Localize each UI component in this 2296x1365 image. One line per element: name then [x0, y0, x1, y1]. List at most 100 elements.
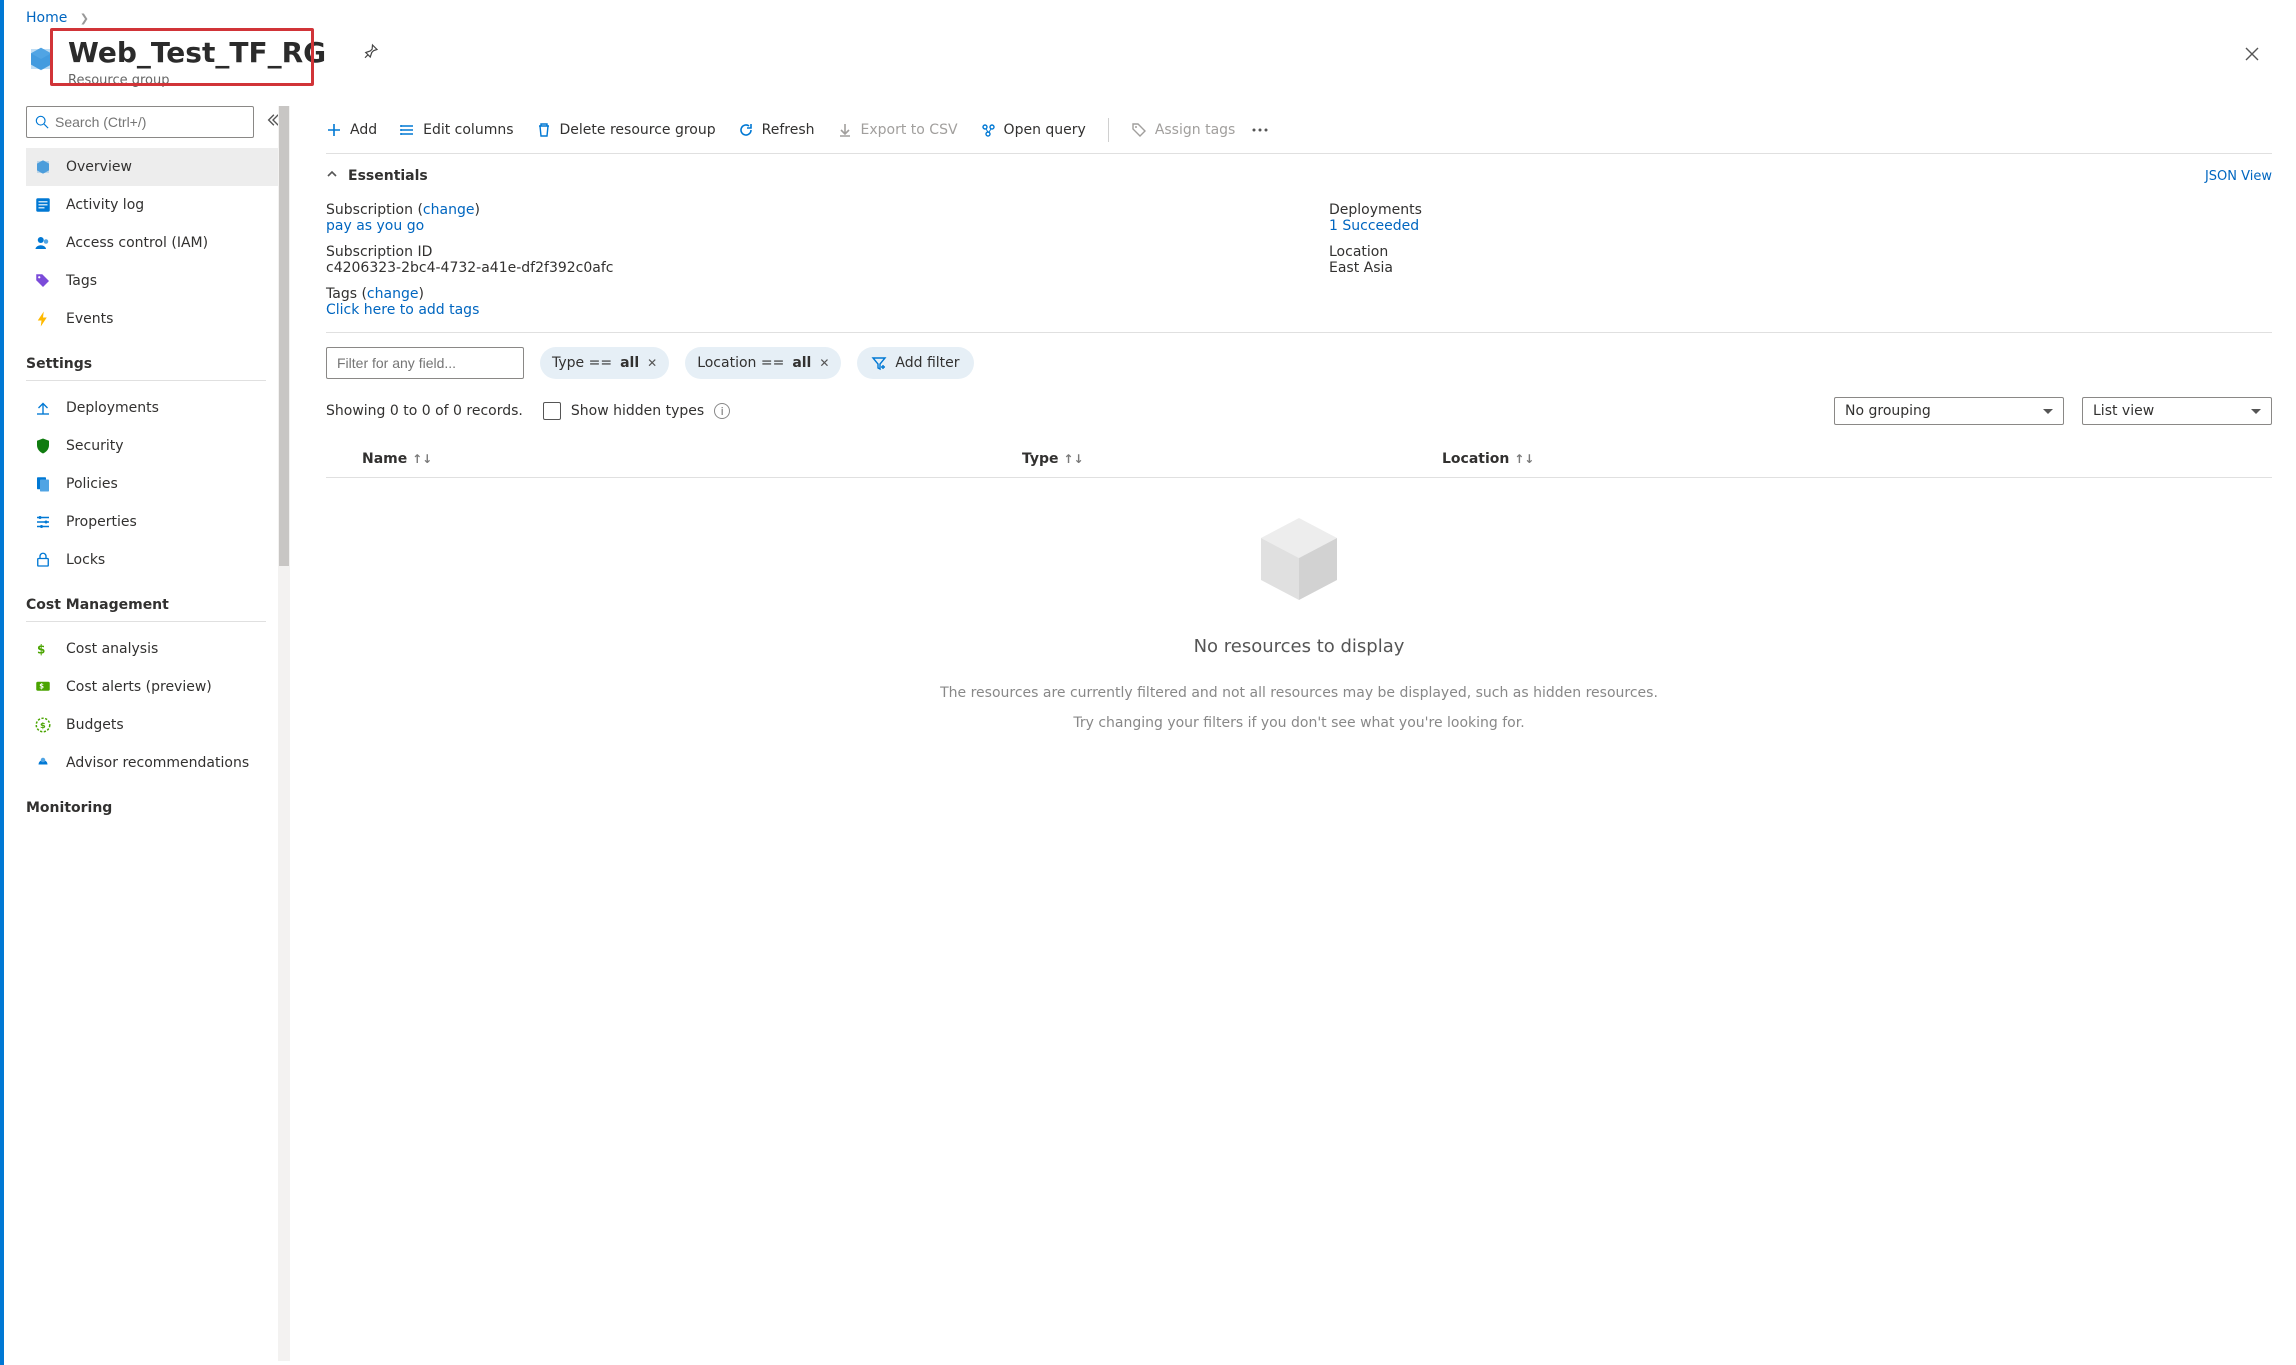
close-icon[interactable]: ✕: [647, 356, 657, 370]
sidebar-separator: [26, 380, 266, 381]
location-value: East Asia: [1329, 260, 1393, 276]
sidebar-item-deployments[interactable]: Deployments: [26, 389, 280, 427]
sidebar-item-label: Cost analysis: [66, 641, 158, 657]
sidebar: Overview Activity log Access control (IA…: [0, 106, 290, 1361]
cost-alerts-icon: $: [32, 678, 54, 696]
sidebar-search-input[interactable]: [55, 114, 245, 130]
main-content: Add Edit columns Delete resource group R…: [290, 106, 2296, 1361]
sidebar-item-label: Deployments: [66, 400, 159, 416]
show-hidden-checkbox[interactable]: [543, 402, 561, 420]
sidebar-item-properties[interactable]: Properties: [26, 503, 280, 541]
subscription-label: Subscription: [326, 202, 413, 218]
page-header: Web_Test_TF_RG Resource group: [0, 32, 2296, 106]
tags-change-link[interactable]: change: [367, 286, 419, 302]
search-icon: [35, 115, 49, 129]
essentials-divider: [326, 332, 2272, 333]
filter-pill-location[interactable]: Location == all ✕: [685, 347, 841, 379]
cost-analysis-icon: $: [32, 640, 54, 658]
sidebar-scrollbar[interactable]: [278, 106, 290, 1361]
sidebar-item-tags[interactable]: Tags: [26, 262, 280, 300]
pin-icon[interactable]: [362, 42, 380, 64]
toolbar-divider: [1108, 118, 1109, 142]
assign-tags-button[interactable]: Assign tags: [1131, 122, 1236, 138]
empty-state: No resources to display The resources ar…: [326, 478, 2272, 785]
policies-icon: [32, 475, 54, 493]
open-query-button[interactable]: Open query: [980, 122, 1086, 138]
deployments-value-link[interactable]: 1 Succeeded: [1329, 218, 1419, 234]
more-button[interactable]: [1251, 127, 1269, 133]
sidebar-item-policies[interactable]: Policies: [26, 465, 280, 503]
sidebar-group-settings: Settings: [26, 356, 280, 372]
export-csv-button[interactable]: Export to CSV: [837, 122, 958, 138]
edit-columns-button[interactable]: Edit columns: [399, 122, 513, 138]
add-filter-button[interactable]: Add filter: [857, 347, 973, 379]
delete-resource-group-button[interactable]: Delete resource group: [536, 122, 716, 138]
sidebar-item-label: Locks: [66, 552, 105, 568]
show-hidden-label: Show hidden types: [571, 403, 704, 419]
breadcrumb-home-link[interactable]: Home: [26, 10, 67, 26]
sidebar-item-iam[interactable]: Access control (IAM): [26, 224, 280, 262]
sidebar-item-label: Properties: [66, 514, 137, 530]
sidebar-item-advisor[interactable]: Advisor recommendations: [26, 744, 280, 782]
refresh-button[interactable]: Refresh: [738, 122, 815, 138]
trash-icon: [536, 122, 552, 138]
tags-label: Tags: [326, 286, 357, 302]
query-icon: [980, 122, 996, 138]
columns-icon: [399, 122, 415, 138]
sidebar-item-overview[interactable]: Overview: [26, 148, 280, 186]
subscription-id-value: c4206323-2bc4-4732-a41e-df2f392c0afc: [326, 260, 613, 276]
tags-icon: [32, 272, 54, 290]
tags-add-link[interactable]: Click here to add tags: [326, 302, 479, 318]
sidebar-item-label: Access control (IAM): [66, 235, 208, 251]
column-location[interactable]: Location ↑↓: [1442, 451, 1534, 467]
column-name[interactable]: Name ↑↓: [362, 451, 822, 467]
filter-add-icon: [871, 355, 887, 371]
sidebar-item-security[interactable]: Security: [26, 427, 280, 465]
sidebar-item-budgets[interactable]: $ Budgets: [26, 706, 280, 744]
sidebar-item-cost-analysis[interactable]: $ Cost analysis: [26, 630, 280, 668]
sidebar-item-cost-alerts[interactable]: $ Cost alerts (preview): [26, 668, 280, 706]
sidebar-item-label: Policies: [66, 476, 118, 492]
filter-input[interactable]: [326, 347, 524, 379]
sidebar-item-activity-log[interactable]: Activity log: [26, 186, 280, 224]
subscription-id-label: Subscription ID: [326, 244, 432, 260]
empty-line1: The resources are currently filtered and…: [326, 685, 2272, 701]
page-subtitle: Resource group: [68, 73, 2234, 88]
add-button[interactable]: Add: [326, 122, 377, 138]
sidebar-item-events[interactable]: Events: [26, 300, 280, 338]
json-view-link[interactable]: JSON View: [2205, 169, 2272, 184]
ellipsis-icon: [1251, 127, 1269, 133]
deployments-icon: [32, 399, 54, 417]
iam-icon: [32, 234, 54, 252]
chevron-up-icon[interactable]: [326, 168, 338, 184]
table-header: Name ↑↓ Type ↑↓ Location ↑↓: [326, 443, 2272, 478]
sidebar-item-label: Overview: [66, 159, 132, 175]
column-type[interactable]: Type ↑↓: [1022, 451, 1242, 467]
location-label: Location: [1329, 244, 1388, 260]
close-icon[interactable]: ✕: [819, 356, 829, 370]
svg-text:$: $: [40, 720, 46, 730]
subscription-value-link[interactable]: pay as you go: [326, 218, 424, 234]
sort-icon: ↑↓: [1514, 452, 1534, 466]
portal-left-edge: [0, 0, 4, 1365]
grouping-dropdown[interactable]: No grouping: [1834, 397, 2064, 425]
resource-group-icon: [26, 44, 56, 74]
locks-icon: [32, 551, 54, 569]
filter-pill-type[interactable]: Type == all ✕: [540, 347, 669, 379]
subscription-change-link[interactable]: change: [423, 202, 475, 218]
info-icon[interactable]: i: [714, 403, 730, 419]
view-dropdown[interactable]: List view: [2082, 397, 2272, 425]
refresh-icon: [738, 122, 754, 138]
close-icon[interactable]: [2234, 36, 2270, 77]
svg-text:$: $: [39, 683, 44, 691]
sidebar-item-label: Events: [66, 311, 113, 327]
sidebar-item-label: Advisor recommendations: [66, 755, 249, 771]
breadcrumb: Home ❯: [0, 0, 2296, 32]
toolbar: Add Edit columns Delete resource group R…: [326, 106, 2272, 154]
security-icon: [32, 437, 54, 455]
sidebar-search[interactable]: [26, 106, 254, 138]
sort-icon: ↑↓: [1063, 452, 1083, 466]
empty-title: No resources to display: [326, 636, 2272, 657]
sidebar-item-locks[interactable]: Locks: [26, 541, 280, 579]
sidebar-group-monitoring: Monitoring: [26, 800, 280, 816]
